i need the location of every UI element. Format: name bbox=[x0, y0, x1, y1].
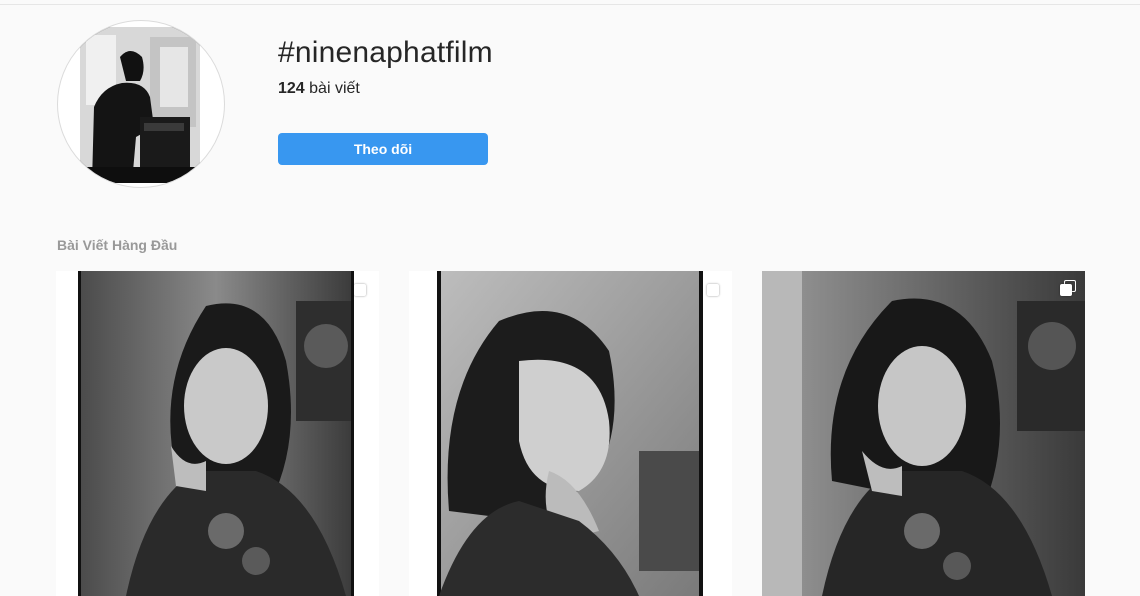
post-count: 124 bài viết bbox=[278, 80, 360, 98]
hashtag-title: #ninenaphatfilm bbox=[278, 36, 493, 69]
post-tile-1[interactable] bbox=[56, 271, 379, 596]
post-count-number: 124 bbox=[278, 80, 305, 97]
post-count-label: bài viết bbox=[309, 80, 360, 97]
top-posts-label: Bài Viết Hàng Đầu bbox=[57, 237, 178, 253]
top-border bbox=[0, 0, 1140, 5]
multiple-photos-icon bbox=[354, 280, 370, 296]
avatar-photo bbox=[80, 27, 200, 183]
hashtag-avatar bbox=[57, 20, 225, 188]
multiple-photos-icon bbox=[1060, 280, 1076, 296]
post-1-photo bbox=[56, 271, 379, 596]
post-tile-2[interactable] bbox=[409, 271, 732, 596]
multiple-photos-icon bbox=[707, 280, 723, 296]
post-3-photo bbox=[762, 271, 1085, 596]
post-tile-3[interactable] bbox=[762, 271, 1085, 596]
post-2-photo bbox=[409, 271, 732, 596]
follow-button[interactable]: Theo dõi bbox=[278, 133, 488, 165]
